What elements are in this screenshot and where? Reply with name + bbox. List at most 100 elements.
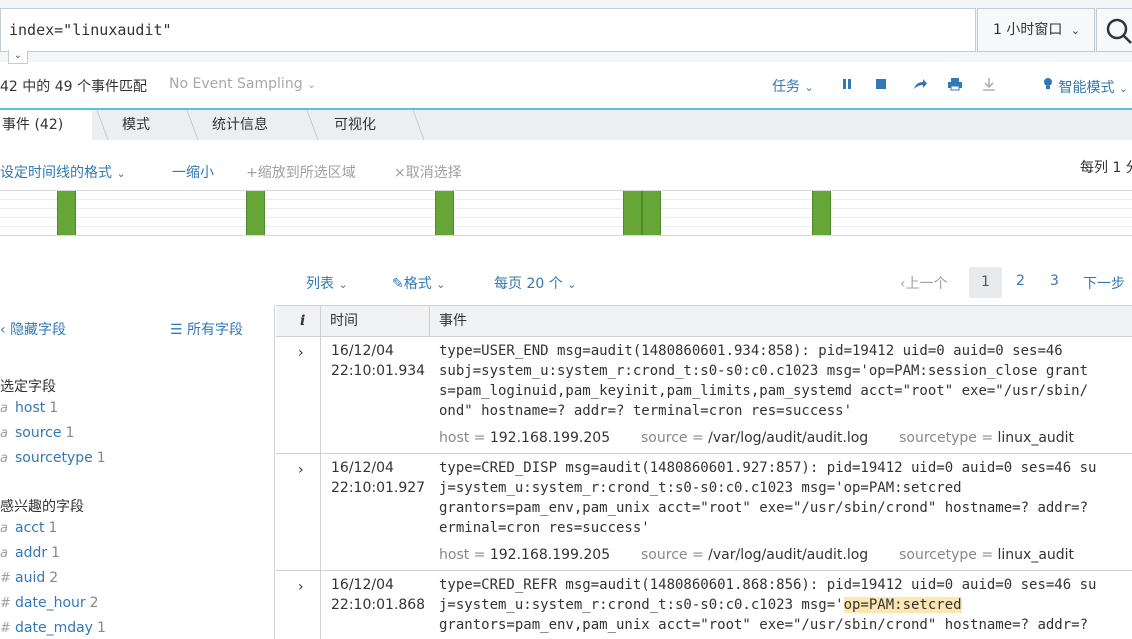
column-divider bbox=[320, 454, 321, 571]
event-text-line: type=USER_END msg=audit(1480860601.934:8… bbox=[439, 343, 1063, 359]
search-button[interactable] bbox=[1096, 8, 1132, 52]
field-count: 2 bbox=[89, 595, 99, 611]
field-addr[interactable]: a addr 1 bbox=[0, 545, 60, 561]
meta-host-value[interactable]: 192.168.199.205 bbox=[490, 430, 610, 446]
timeline-bar[interactable] bbox=[246, 191, 265, 235]
timeline-bar[interactable] bbox=[812, 191, 831, 235]
table-row: › 16/12/04 22:10:01.934 type=USER_END ms… bbox=[276, 337, 1132, 454]
hide-fields-button[interactable]: ‹ 隐藏字段 bbox=[0, 319, 66, 339]
sampling-label: No Event Sampling bbox=[169, 76, 303, 92]
event-text-line: ond" hostname=? addr=? terminal=cron res… bbox=[439, 403, 853, 419]
pause-button[interactable] bbox=[840, 76, 854, 96]
prev-page-label: 上一个 bbox=[905, 276, 948, 292]
pencil-icon: ✎ bbox=[392, 276, 404, 292]
field-count: 1 bbox=[65, 425, 75, 441]
zoom-to-selection-button[interactable]: +缩放到所选区域 bbox=[246, 162, 356, 182]
field-name: addr bbox=[15, 545, 48, 561]
tab-patterns[interactable]: 模式 bbox=[122, 110, 150, 140]
search-expand-chevron-icon[interactable]: ⌄ bbox=[8, 50, 28, 64]
expand-row-chevron-icon[interactable]: › bbox=[298, 462, 304, 478]
timeline-bar[interactable] bbox=[623, 191, 642, 235]
zoom-out-button[interactable]: 一缩小 bbox=[172, 162, 214, 182]
field-sourcetype[interactable]: a sourcetype 1 bbox=[0, 450, 106, 466]
jobs-menu[interactable]: 任务 ⌄ bbox=[772, 76, 814, 96]
page-2-button[interactable]: 2 bbox=[1016, 273, 1025, 289]
meta-host-value[interactable]: 192.168.199.205 bbox=[490, 547, 610, 563]
event-meta: host = 192.168.199.205 source = /var/log… bbox=[439, 430, 1074, 446]
tab-statistics[interactable]: 统计信息 bbox=[212, 110, 268, 140]
format-menu[interactable]: ✎格式 ⌄ bbox=[392, 273, 445, 293]
meta-host-label: host = bbox=[439, 430, 490, 446]
list-view-label: 列表 bbox=[306, 276, 334, 292]
field-host[interactable]: a host 1 bbox=[0, 400, 58, 416]
tab-divider bbox=[306, 110, 319, 140]
time-range-picker[interactable]: 1 小时窗口 ⌄ bbox=[977, 8, 1095, 52]
share-button[interactable] bbox=[912, 76, 928, 96]
search-mode-label: 智能模式 bbox=[1058, 80, 1115, 96]
meta-source-label: source = bbox=[641, 430, 709, 446]
field-type-indicator: a bbox=[0, 546, 8, 561]
list-view-menu[interactable]: 列表 ⌄ bbox=[306, 273, 348, 293]
meta-host-label: host = bbox=[439, 547, 490, 563]
row-date: 16/12/04 bbox=[331, 577, 394, 593]
export-button[interactable] bbox=[981, 76, 997, 96]
meta-sourcetype-value[interactable]: linux_audit bbox=[998, 547, 1075, 563]
field-date-hour[interactable]: # date_hour 2 bbox=[0, 595, 99, 611]
field-count: 1 bbox=[48, 520, 58, 536]
tab-events[interactable]: 事件 (42) bbox=[0, 110, 92, 140]
deselect-button[interactable]: ×取消选择 bbox=[394, 162, 462, 182]
tab-bar: 事件 (42) 模式 统计信息 可视化 bbox=[0, 108, 1132, 140]
format-timeline-menu[interactable]: 设定时间线的格式 ⌄ bbox=[0, 162, 126, 182]
column-header-info: i bbox=[300, 313, 306, 329]
per-page-label: 每页 20 个 bbox=[494, 276, 563, 292]
event-text-line: j=system_u:system_r:crond_t:s0-s0:c0.c10… bbox=[439, 480, 962, 496]
timeline-bar[interactable] bbox=[642, 191, 661, 235]
field-type-indicator: a bbox=[0, 426, 8, 441]
meta-source-value[interactable]: /var/log/audit/audit.log bbox=[708, 430, 868, 446]
column-divider bbox=[320, 337, 321, 454]
timeline-chart[interactable] bbox=[0, 190, 1132, 236]
field-count: 1 bbox=[49, 400, 59, 416]
meta-sourcetype-value[interactable]: linux_audit bbox=[998, 430, 1075, 446]
table-row: › 16/12/04 22:10:01.927 type=CRED_DISP m… bbox=[276, 454, 1132, 571]
tab-visualization[interactable]: 可视化 bbox=[334, 110, 376, 140]
field-auid[interactable]: # auid 2 bbox=[0, 570, 58, 586]
timeline-bar[interactable] bbox=[57, 191, 76, 235]
event-text-line: grantors=pam_env,pam_unix acct="root" ex… bbox=[439, 617, 1089, 633]
next-page-button[interactable]: 下一步 bbox=[1083, 273, 1125, 293]
chevron-down-icon: ⌄ bbox=[804, 81, 814, 94]
expand-row-chevron-icon[interactable]: › bbox=[298, 345, 304, 361]
column-header-event[interactable]: 事件 bbox=[429, 306, 467, 336]
field-source[interactable]: a source 1 bbox=[0, 425, 74, 441]
expand-row-chevron-icon[interactable]: › bbox=[298, 579, 304, 595]
chevron-down-icon: ⌄ bbox=[307, 78, 317, 91]
field-name: date_hour bbox=[15, 595, 86, 611]
prev-page-button[interactable]: ‹上一个 bbox=[900, 273, 948, 293]
row-time: 22:10:01.927 bbox=[331, 480, 426, 496]
field-name: sourcetype bbox=[15, 450, 93, 466]
meta-source-value[interactable]: /var/log/audit/audit.log bbox=[708, 547, 868, 563]
chevron-left-icon: ‹ bbox=[0, 322, 6, 338]
search-input[interactable]: index="linuxaudit" bbox=[0, 8, 976, 52]
download-icon bbox=[983, 78, 995, 91]
search-mode-menu[interactable]: 智能模式 ⌄ bbox=[1042, 76, 1128, 97]
share-icon bbox=[914, 79, 927, 89]
jobs-label: 任务 bbox=[772, 79, 800, 95]
format-label: 格式 bbox=[403, 276, 432, 292]
timeline-bar[interactable] bbox=[435, 191, 454, 235]
pause-icon bbox=[843, 79, 851, 89]
print-button[interactable] bbox=[947, 76, 963, 96]
stop-button[interactable] bbox=[874, 76, 888, 96]
page-3-button[interactable]: 3 bbox=[1050, 273, 1059, 289]
list-icon: ☰ bbox=[170, 322, 183, 338]
per-page-menu[interactable]: 每页 20 个 ⌄ bbox=[494, 273, 576, 293]
field-type-indicator: a bbox=[0, 521, 8, 536]
field-name: date_mday bbox=[15, 620, 93, 636]
page-1-button[interactable]: 1 bbox=[969, 267, 1002, 298]
column-header-time[interactable]: 时间 bbox=[320, 306, 358, 336]
all-fields-button[interactable]: ☰ 所有字段 bbox=[170, 319, 243, 339]
field-acct[interactable]: a acct 1 bbox=[0, 520, 57, 536]
event-sampling-dropdown[interactable]: No Event Sampling ⌄ bbox=[169, 76, 316, 92]
event-meta: host = 192.168.199.205 source = /var/log… bbox=[439, 547, 1074, 563]
field-date-mday[interactable]: # date_mday 1 bbox=[0, 620, 106, 636]
